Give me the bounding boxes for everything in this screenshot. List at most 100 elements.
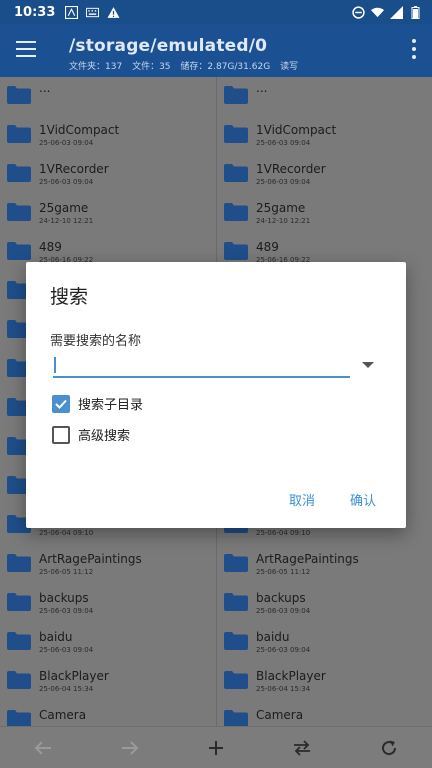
swap-icon[interactable] bbox=[287, 733, 317, 763]
include-subdirs-option[interactable]: 搜索子目录 bbox=[52, 394, 143, 413]
folder-icon bbox=[224, 671, 248, 689]
file-count: 文件：35 bbox=[132, 62, 171, 72]
file-name: backups bbox=[39, 591, 89, 605]
folder-icon bbox=[224, 554, 248, 572]
file-row[interactable]: 25game 24-12-10 12:21 bbox=[0, 194, 216, 233]
search-input[interactable] bbox=[53, 354, 350, 378]
a-box-icon bbox=[65, 5, 79, 19]
back-arrow-icon[interactable] bbox=[28, 733, 58, 763]
file-date: 25-06-05 11:12 bbox=[256, 568, 311, 576]
folder-icon bbox=[7, 671, 31, 689]
file-row[interactable]: backups 25-06-03 09:04 bbox=[217, 584, 432, 623]
file-row[interactable]: baidu 25-06-03 09:04 bbox=[0, 623, 216, 662]
search-name-label: 需要搜索的名称 bbox=[50, 334, 142, 349]
file-name: BlackPlayer bbox=[256, 669, 326, 683]
advanced-search-label: 高级搜索 bbox=[78, 429, 131, 444]
folder-icon bbox=[224, 86, 248, 104]
file-date: 25-06-03 09:04 bbox=[39, 178, 94, 186]
file-date: 25-06-05 11:12 bbox=[39, 568, 94, 576]
file-name: Camera bbox=[39, 708, 87, 722]
include-subdirs-checkbox[interactable] bbox=[52, 394, 70, 413]
more-options-icon[interactable] bbox=[412, 39, 416, 59]
file-date: 25-06-04 15:34 bbox=[39, 685, 94, 693]
file-row[interactable]: ... bbox=[217, 77, 432, 116]
keyboard-icon bbox=[86, 7, 100, 17]
file-row[interactable]: Camera bbox=[0, 701, 216, 726]
file-row[interactable]: backups 25-06-03 09:04 bbox=[0, 584, 216, 623]
file-name: 489 bbox=[256, 240, 279, 254]
file-name: Camera bbox=[256, 708, 304, 722]
access-mode: 读写 bbox=[280, 62, 299, 72]
folder-icon bbox=[7, 86, 31, 104]
dnd-icon bbox=[352, 5, 365, 19]
text-caret bbox=[54, 357, 56, 373]
file-name: ... bbox=[256, 81, 268, 95]
file-row[interactable]: BlackPlayer 25-06-04 15:34 bbox=[217, 662, 432, 701]
history-dropdown-icon[interactable] bbox=[362, 362, 374, 368]
file-date: 25-06-03 09:04 bbox=[39, 139, 94, 147]
file-date: 25-06-04 09:10 bbox=[256, 529, 311, 537]
file-row[interactable]: ArtRagePaintings 25-06-05 11:12 bbox=[217, 545, 432, 584]
folder-icon bbox=[224, 203, 248, 221]
file-name: 1VRecorder bbox=[39, 162, 109, 176]
folder-icon bbox=[224, 125, 248, 143]
file-row[interactable]: ArtRagePaintings 25-06-05 11:12 bbox=[0, 545, 216, 584]
file-date: 25-06-03 09:04 bbox=[39, 646, 94, 654]
file-row[interactable]: 1VidCompact 25-06-03 09:04 bbox=[217, 116, 432, 155]
folder-icon bbox=[224, 710, 248, 726]
file-row[interactable]: baidu 25-06-03 09:04 bbox=[217, 623, 432, 662]
file-row[interactable]: 1VidCompact 25-06-03 09:04 bbox=[0, 116, 216, 155]
file-row[interactable]: Camera bbox=[217, 701, 432, 726]
folder-icon bbox=[224, 164, 248, 182]
file-name: ArtRagePaintings bbox=[256, 552, 359, 566]
file-row[interactable]: 1VRecorder 25-06-03 09:04 bbox=[217, 155, 432, 194]
file-name: 1VRecorder bbox=[256, 162, 326, 176]
advanced-search-option[interactable]: 高级搜索 bbox=[52, 425, 130, 444]
file-row[interactable]: 1VRecorder 25-06-03 09:04 bbox=[0, 155, 216, 194]
file-name: backups bbox=[256, 591, 306, 605]
file-date: 25-06-03 09:04 bbox=[256, 139, 311, 147]
folder-icon bbox=[7, 593, 31, 611]
add-icon[interactable] bbox=[201, 733, 231, 763]
include-subdirs-label: 搜索子目录 bbox=[78, 398, 144, 413]
menu-icon[interactable] bbox=[16, 41, 36, 57]
signal-icon bbox=[390, 5, 403, 19]
folder-icon bbox=[7, 632, 31, 650]
cancel-button[interactable]: 取消 bbox=[289, 490, 315, 509]
folder-icon bbox=[7, 554, 31, 572]
confirm-button[interactable]: 确认 bbox=[350, 490, 376, 509]
file-date: 25-06-03 09:04 bbox=[39, 607, 94, 615]
folder-count: 文件夹：137 bbox=[69, 62, 123, 72]
storage-stats: 文件夹：137 文件：35 储存：2.87G/31.62G 读写 bbox=[69, 59, 305, 72]
status-time: 10:33 bbox=[14, 4, 56, 20]
folder-icon bbox=[7, 242, 31, 260]
warning-icon bbox=[107, 6, 120, 18]
file-name: 25game bbox=[39, 201, 89, 215]
file-row[interactable]: BlackPlayer 25-06-04 15:34 bbox=[0, 662, 216, 701]
refresh-icon[interactable] bbox=[374, 733, 404, 763]
file-name: BlackPlayer bbox=[39, 669, 109, 683]
file-date: 25-06-03 09:04 bbox=[256, 646, 311, 654]
file-name: 489 bbox=[39, 240, 62, 254]
file-date: 25-06-04 15:34 bbox=[256, 685, 311, 693]
file-name: baidu bbox=[256, 630, 290, 644]
dialog-title: 搜索 bbox=[50, 286, 89, 308]
folder-icon bbox=[7, 164, 31, 182]
file-date: 24-12-10 12:21 bbox=[39, 217, 94, 225]
file-date: 25-06-03 09:04 bbox=[256, 178, 311, 186]
advanced-search-checkbox[interactable] bbox=[52, 425, 70, 444]
folder-icon bbox=[224, 242, 248, 260]
file-date: 24-12-10 12:21 bbox=[256, 217, 311, 225]
folder-icon bbox=[224, 632, 248, 650]
file-name: 25game bbox=[256, 201, 306, 215]
forward-arrow-icon[interactable] bbox=[115, 733, 145, 763]
wifi-icon bbox=[371, 7, 384, 17]
file-name: ArtRagePaintings bbox=[39, 552, 142, 566]
app-bar: /storage/emulated/0 文件夹：137 文件：35 储存：2.8… bbox=[0, 24, 432, 77]
file-name: 1VidCompact bbox=[39, 123, 120, 137]
file-name: baidu bbox=[39, 630, 73, 644]
folder-icon bbox=[7, 710, 31, 726]
file-row[interactable]: 25game 24-12-10 12:21 bbox=[217, 194, 432, 233]
file-name: 1VidCompact bbox=[256, 123, 337, 137]
file-row[interactable]: ... bbox=[0, 77, 216, 116]
